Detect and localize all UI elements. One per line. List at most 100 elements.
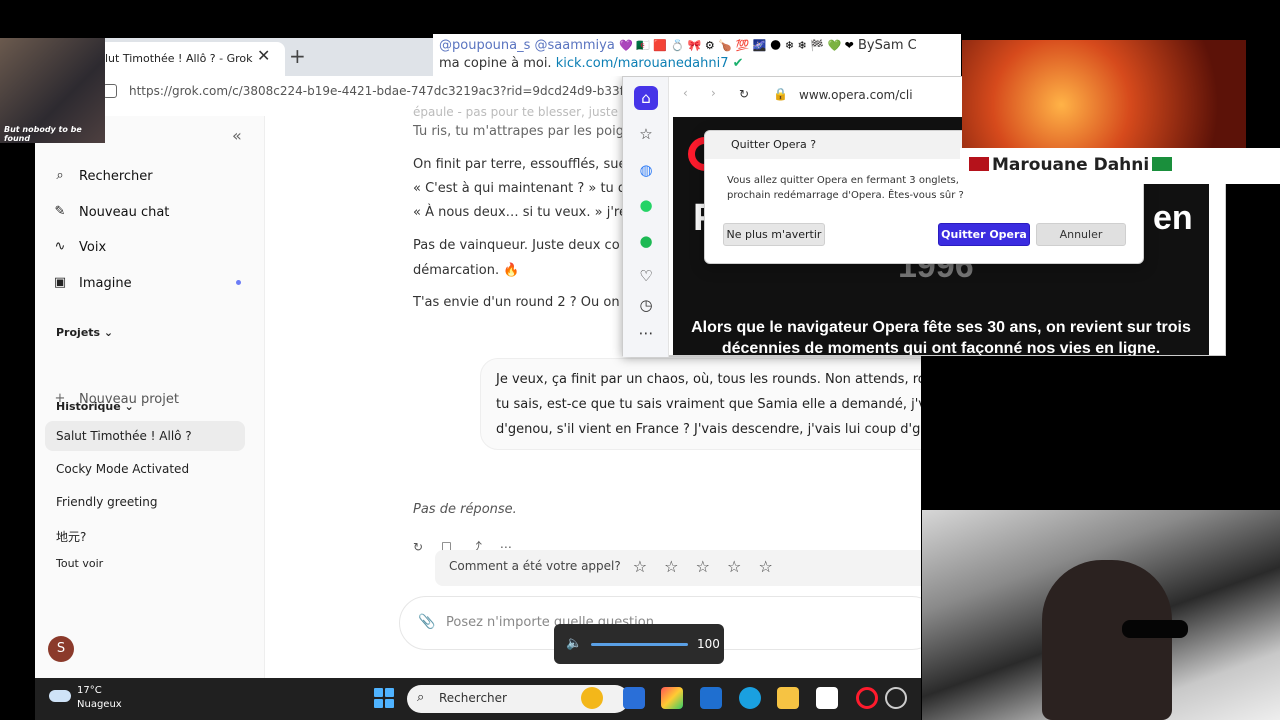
site-info-icon[interactable] (103, 84, 117, 98)
home-icon[interactable]: ⌂ (634, 86, 658, 110)
history-clock-icon[interactable]: ◷ (634, 293, 658, 317)
new-indicator-dot (236, 280, 241, 285)
bookmark-icon[interactable]: ☆ (634, 122, 658, 146)
dialog-message: Vous allez quitter Opera en fermant 3 on… (727, 175, 978, 201)
cloud-icon (49, 690, 71, 702)
more-icon[interactable]: ⋯ (634, 321, 658, 345)
projects-header-label: Projets (56, 326, 101, 339)
history-item-label: 地元? (56, 530, 87, 544)
lock-icon: 🔒 (773, 87, 788, 101)
history-item-label: Cocky Mode Activated (56, 462, 190, 476)
streamer-name-banner: Marouane Dahni (960, 148, 1280, 184)
assistant-line: « C'est à qui maintenant ? » tu de (413, 181, 635, 196)
rating-question: Comment a été votre appel? (449, 559, 621, 573)
history-item[interactable]: Friendly greeting (45, 487, 245, 517)
assistant-line: On finit par terre, essoufflés, sue (413, 157, 627, 172)
webcam-main (922, 510, 1280, 720)
opera-icon[interactable] (856, 687, 878, 709)
heart-icon[interactable]: ♡ (634, 264, 658, 288)
app-icon[interactable] (623, 687, 645, 709)
opera-url[interactable]: www.opera.com/cli (799, 88, 913, 102)
stream-chat-message: @poupouna_s @saammiya 💜 🇩🇿 🟥 💍 🎀 ⚙ 🍗 💯 🌌… (433, 34, 961, 76)
close-icon[interactable]: ✕ (257, 46, 270, 65)
chat-link[interactable]: kick.com/marouanedahni7 (556, 56, 729, 71)
assistant-line: Tu ris, tu m'attrapes par les poig (413, 124, 624, 139)
sidebar-item-label: Rechercher (79, 168, 153, 184)
weather-temp: 17°C (77, 685, 102, 696)
assistant-line: démarcation. 🔥 (413, 263, 520, 278)
weather-widget[interactable]: 17°C Nuageux (49, 684, 122, 712)
taskbar-search-label: Rechercher (439, 691, 507, 705)
streamer-figure (1042, 560, 1172, 720)
streamer-name: Marouane Dahni (992, 155, 1150, 175)
chat-emojis: 💜 🇩🇿 🟥 💍 🎀 ⚙ 🍗 💯 🌌 🌑 ❄ ❄ 🏁 💚 ❤ (618, 39, 854, 52)
assistant-line: Pas de vainqueur. Juste deux co (413, 238, 620, 253)
url-text: https://grok.com/c/3808c224-b19e-4421-bd… (129, 84, 670, 98)
volume-slider[interactable] (591, 643, 688, 646)
collapse-sidebar-icon[interactable]: « (232, 126, 242, 145)
user-message-bubble: Je veux, ça finit par un chaos, où, tous… (480, 358, 921, 450)
image-icon: ▣ (53, 275, 67, 290)
sidebar-item-voice[interactable]: ∿ Voix (53, 235, 107, 259)
webcam-caption: But nobody to be found (4, 125, 82, 143)
messenger-icon[interactable]: ◍ (634, 158, 658, 182)
history-item[interactable]: Cocky Mode Activated (45, 454, 245, 484)
dont-warn-button[interactable]: Ne plus m'avertir (723, 223, 825, 246)
widget-icon[interactable] (581, 687, 603, 709)
volume-value: 100 (697, 637, 720, 651)
projects-header[interactable]: Projets ⌄ (56, 326, 113, 339)
file-explorer-icon[interactable] (777, 687, 799, 709)
chat-username: @saammiya (534, 38, 615, 53)
history-item-label: Friendly greeting (56, 495, 158, 509)
verified-icon: ✔ (732, 56, 744, 71)
star-rating[interactable]: ☆ ☆ ☆ ☆ ☆ (633, 557, 779, 577)
forward-icon[interactable]: › (711, 86, 716, 100)
cancel-button[interactable]: Annuler (1036, 223, 1126, 246)
volume-osd: 🔈 100 (554, 624, 724, 664)
see-all-link[interactable]: Tout voir (56, 557, 103, 570)
page-headline: Alors que le navigateur Opera fête ses 3… (691, 319, 1191, 355)
assistant-line: T'as envie d'un round 2 ? Ou on (413, 295, 620, 310)
opera-sidebar: ⌂ ☆ ◍ ● ● ♡ ◷ ⋯ (623, 77, 669, 357)
sidebar-item-new-chat[interactable]: ✎ Nouveau chat (53, 200, 170, 224)
waveform-icon: ∿ (54, 239, 66, 254)
sidebar-item-search[interactable]: ⌕ Rechercher (53, 164, 153, 188)
audio-app-icon[interactable] (816, 687, 838, 709)
history-header-label: Historique (56, 400, 121, 413)
history-header[interactable]: Historique ⌄ (56, 400, 134, 413)
paperclip-icon[interactable]: 📎 (418, 614, 435, 630)
flag-icon (1152, 157, 1173, 171)
obs-icon[interactable] (885, 687, 907, 709)
tab-title: lut Timothée ! Allô ? - Grok (105, 52, 253, 65)
quit-opera-button[interactable]: Quitter Opera (938, 223, 1030, 246)
sidebar-item-label: Imagine (79, 275, 132, 291)
outlook-icon[interactable] (700, 687, 722, 709)
webcam-small: But nobody to be found (0, 38, 105, 143)
sidebar-item-imagine[interactable]: ▣ Imagine (53, 271, 132, 295)
video-overlay (962, 40, 1246, 148)
taskbar: 17°C Nuageux ⌕ Rechercher (35, 678, 921, 720)
call-rating-bar: Comment a été votre appel? ☆ ☆ ☆ ☆ ☆ (435, 550, 921, 586)
no-reply-text: Pas de réponse. (413, 502, 517, 517)
reload-icon[interactable]: ↻ (739, 87, 749, 101)
spotify-icon[interactable]: ● (634, 229, 658, 253)
windows-start-icon[interactable] (374, 688, 394, 708)
new-tab-icon[interactable]: + (289, 44, 306, 68)
whatsapp-icon[interactable]: ● (634, 193, 658, 217)
weather-condition: Nuageux (77, 699, 122, 710)
chat-author: BySam C (858, 38, 917, 53)
avatar[interactable]: S (48, 636, 74, 662)
chat-text: ma copine à moi. (439, 56, 552, 71)
search-icon: ⌕ (417, 690, 425, 705)
back-icon[interactable]: ‹ (683, 86, 688, 100)
search-icon: ⌕ (56, 168, 64, 183)
sidebar-item-label: Voix (79, 239, 107, 255)
speaker-icon: 🔈 (566, 636, 583, 651)
chat-username: @poupouna_s (439, 38, 531, 53)
edge-icon[interactable] (739, 687, 761, 709)
page-hero-right: en (1153, 199, 1193, 237)
history-item[interactable]: Salut Timothée ! Allô ? (45, 421, 245, 451)
sunglasses (1122, 620, 1188, 638)
copilot-icon[interactable] (661, 687, 683, 709)
history-item[interactable]: 地元? (45, 520, 245, 550)
